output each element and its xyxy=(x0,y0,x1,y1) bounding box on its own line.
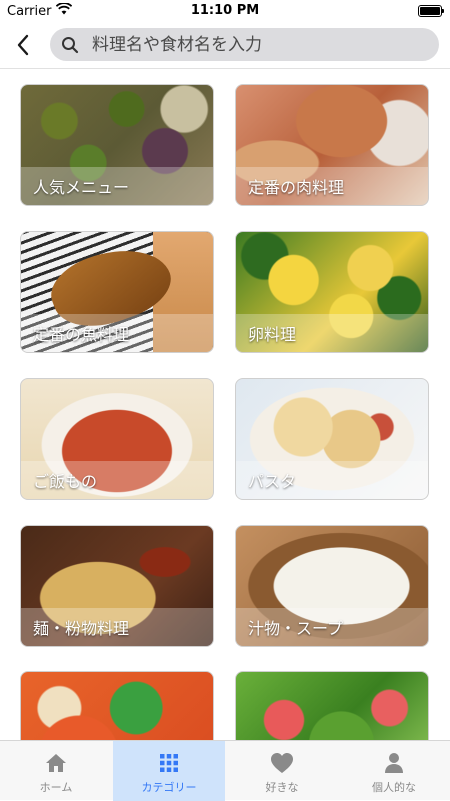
category-label: 人気メニュー xyxy=(33,178,130,197)
home-icon xyxy=(44,751,68,775)
tab-personal[interactable]: 個人的な xyxy=(338,741,450,801)
category-label: 定番の魚料理 xyxy=(33,325,130,344)
category-label: 定番の肉料理 xyxy=(248,178,345,197)
tab-favorites[interactable]: 好きな xyxy=(226,741,338,801)
category-label: 汁物・スープ xyxy=(248,619,344,638)
category-label: 麺・粉物料理 xyxy=(33,619,130,638)
category-label: ご飯もの xyxy=(33,472,98,491)
category-label: 卵料理 xyxy=(248,325,297,344)
magnifier-icon xyxy=(60,35,80,55)
category-caption: ご飯もの xyxy=(21,461,213,499)
tab-home[interactable]: ホーム xyxy=(0,741,112,801)
category-card-stew[interactable] xyxy=(20,671,214,740)
category-card-egg[interactable]: 卵料理 xyxy=(235,231,429,353)
category-card-meat[interactable]: 定番の肉料理 xyxy=(235,84,429,206)
category-caption: 定番の肉料理 xyxy=(236,167,428,205)
battery-icon xyxy=(418,5,444,17)
category-card-salad[interactable] xyxy=(235,671,429,740)
grid-icon xyxy=(157,751,181,775)
category-card-soup[interactable]: 汁物・スープ xyxy=(235,525,429,647)
category-card-popular[interactable]: 人気メニュー xyxy=(20,84,214,206)
person-icon xyxy=(382,751,406,775)
chevron-left-icon xyxy=(17,34,29,56)
category-grid: 人気メニュー 定番の肉料理 定番の魚料理 卵料理 ご飯もの パスタ 麺・粉物料理… xyxy=(0,68,450,740)
category-caption: 卵料理 xyxy=(236,314,428,352)
tab-label: 個人的な xyxy=(372,781,416,794)
search-input[interactable] xyxy=(90,33,414,56)
tab-label: カテゴリー xyxy=(141,781,197,794)
heart-icon xyxy=(270,751,294,775)
back-button[interactable] xyxy=(10,30,36,60)
category-caption: 人気メニュー xyxy=(21,167,213,205)
category-card-noodles[interactable]: 麺・粉物料理 xyxy=(20,525,214,647)
category-caption: 定番の魚料理 xyxy=(21,314,213,352)
category-card-rice[interactable]: ご飯もの xyxy=(20,378,214,500)
category-card-pasta[interactable]: パスタ xyxy=(235,378,429,500)
search-bar[interactable] xyxy=(50,28,439,61)
category-caption: パスタ xyxy=(236,461,428,499)
tab-label: ホーム xyxy=(39,781,73,794)
tab-category[interactable]: カテゴリー xyxy=(113,741,225,801)
status-time: 11:10 PM xyxy=(190,3,260,18)
category-label: パスタ xyxy=(248,472,297,491)
category-card-fish[interactable]: 定番の魚料理 xyxy=(20,231,214,353)
tab-bar: ホーム カテゴリー 好きな 個人的な xyxy=(0,740,450,801)
tab-label: 好きな xyxy=(265,781,299,794)
category-caption: 汁物・スープ xyxy=(236,608,428,646)
navigation-bar xyxy=(0,22,450,69)
status-bar: Carrier 11:10 PM xyxy=(0,0,450,22)
category-caption: 麺・粉物料理 xyxy=(21,608,213,646)
